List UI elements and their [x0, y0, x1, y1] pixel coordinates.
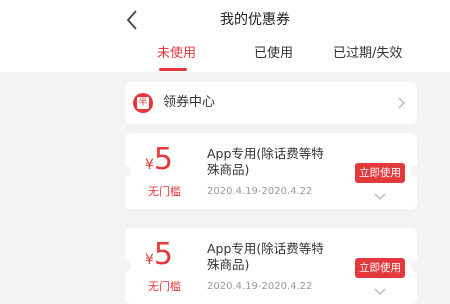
coupon-description: App专用(除话费等特殊商品)	[207, 146, 324, 177]
card-notch	[411, 260, 423, 272]
coupon-threshold: 无门槛	[148, 280, 181, 293]
chevron-down-icon[interactable]	[372, 286, 388, 298]
coupon-valid-period: 2020.4.19-2020.4.22	[207, 186, 313, 197]
coupon-amount: ¥5	[145, 143, 203, 177]
amount-value: 5	[153, 237, 174, 272]
coupon-card: ¥5 无门槛 App专用(除话费等特殊商品) 2020.4.19-2020.4.…	[119, 228, 423, 304]
currency-symbol: ¥	[145, 252, 154, 268]
chevron-down-icon[interactable]	[372, 191, 388, 203]
coupon-threshold: 无门槛	[148, 185, 181, 198]
coupon-center-entry[interactable]: 半 领券中心	[125, 82, 417, 124]
amount-value: 5	[153, 142, 174, 177]
use-now-button[interactable]: 立即使用	[355, 258, 405, 278]
use-now-button[interactable]: 立即使用	[355, 163, 405, 183]
coupon-amount: ¥5	[145, 238, 203, 272]
chevron-right-icon	[398, 97, 406, 109]
card-notch	[119, 260, 131, 272]
page-title: 我的优惠券	[220, 12, 290, 28]
coupon-card: ¥5 无门槛 App专用(除话费等特殊商品) 2020.4.19-2020.4.…	[119, 133, 423, 209]
tab-expired[interactable]: 已过期/失效	[333, 40, 402, 72]
card-notch	[119, 165, 131, 177]
coupon-valid-period: 2020.4.19-2020.4.22	[207, 281, 313, 292]
coupon-description: App专用(除话费等特殊商品)	[207, 241, 324, 272]
card-notch	[411, 165, 423, 177]
currency-symbol: ¥	[145, 157, 154, 173]
active-tab-indicator	[159, 68, 187, 71]
tab-bar: 未使用 已使用 已过期/失效	[0, 40, 450, 72]
coupon-center-label: 领券中心	[163, 95, 216, 110]
header-bar: 我的优惠券	[0, 0, 450, 40]
coupon-icon: 半	[133, 93, 153, 113]
tab-used[interactable]: 已使用	[254, 40, 293, 72]
